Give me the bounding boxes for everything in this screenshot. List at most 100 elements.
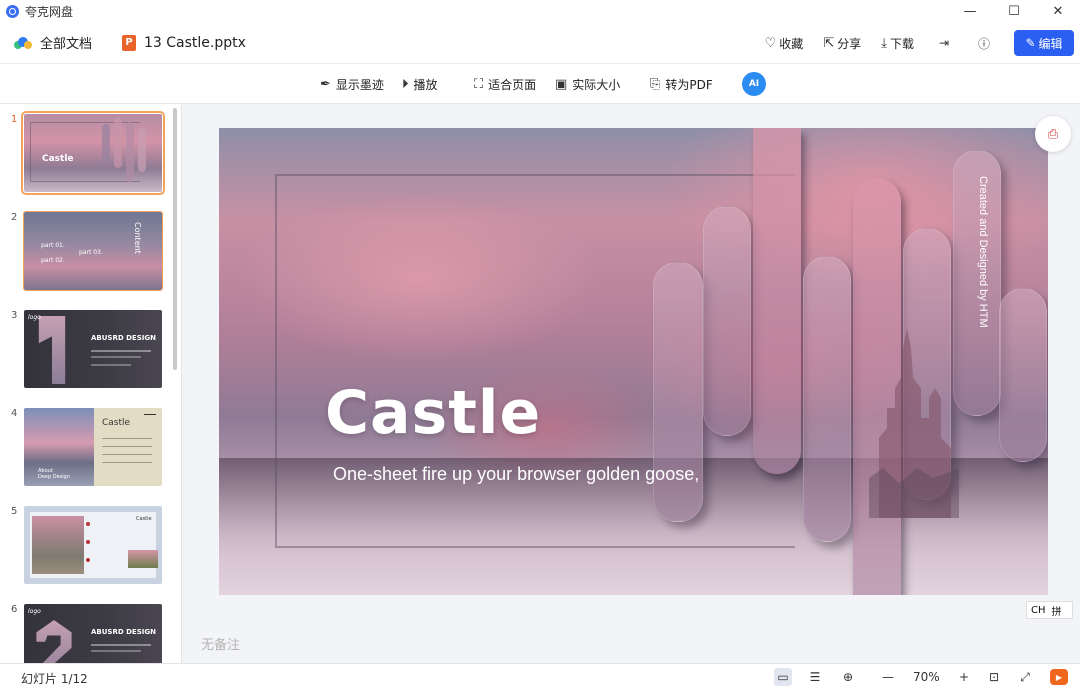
decor-pill	[703, 206, 751, 436]
convert-pdf-button[interactable]: ⎘ 转为PDF	[650, 74, 713, 94]
thumbnail-title: Castle	[42, 154, 74, 164]
thumbnail-brand: logo	[28, 608, 41, 615]
actual-size-icon: ▣	[555, 76, 568, 92]
thumbnail-slide-3[interactable]: logo ABUSRD DESIGN	[24, 310, 162, 388]
breadcrumb[interactable]: 全部文档	[14, 33, 92, 52]
fullscreen-icon: ⤢	[1020, 669, 1030, 684]
slide-preview[interactable]: Castle One-sheet fire up your browser go…	[219, 128, 1048, 595]
edit-button[interactable]: ✎ 编辑	[1014, 30, 1074, 56]
slide-credit-text: Created and Designed by HTM	[977, 176, 989, 328]
thumbnail-heading: ABUSRD DESIGN	[91, 334, 156, 342]
castle-illustration	[869, 328, 959, 518]
file-name: 13 Castle.pptx	[144, 34, 246, 51]
thumbnail-title: Castle	[136, 516, 152, 522]
file-title: P 13 Castle.pptx	[122, 34, 246, 51]
globe-icon: ⊕	[842, 670, 854, 684]
window-controls: — ☐ ✕	[948, 0, 1080, 22]
thumbnail-number: 1	[11, 114, 18, 125]
cloud-icon	[14, 36, 32, 49]
thumbnail-view-icon: ▭	[777, 670, 789, 684]
zoom-in-button[interactable]: +	[955, 668, 973, 686]
app-title: 夸克网盘	[25, 4, 74, 19]
slide-canvas[interactable]: Castle One-sheet fire up your browser go…	[183, 104, 1080, 663]
ai-assistant-button[interactable]: AI	[742, 72, 766, 96]
zoom-out-button[interactable]: —	[879, 668, 897, 686]
decor-pill	[999, 288, 1047, 462]
pptx-file-icon: P	[122, 34, 137, 51]
ime-mode: 拼	[1051, 606, 1062, 618]
notes-icon: ☰	[809, 670, 821, 684]
thumbnail-number: 3	[11, 310, 18, 321]
feedback-icon: ⓘ	[977, 36, 990, 51]
zoom-level: 70%	[913, 670, 940, 684]
fit-page-icon: ⛶	[474, 76, 484, 92]
pen-icon: ✎	[1025, 36, 1036, 50]
thumbnail-brand: logo	[28, 314, 41, 321]
favorite-button[interactable]: ♡ 收藏	[765, 35, 804, 52]
thumbnail-slide-6[interactable]: logo ABUSRD DESIGN	[24, 604, 162, 663]
maximize-button[interactable]: ☐	[992, 0, 1036, 22]
thumbnail-slide-4[interactable]: About Deep Design Castle	[24, 408, 162, 486]
ime-language: CH	[1031, 604, 1046, 616]
breadcrumb-all-docs[interactable]: 全部文档	[40, 33, 92, 52]
language-button[interactable]: ⊕	[839, 668, 857, 686]
slide-counter: 幻灯片 1/12	[21, 672, 88, 686]
pdf-icon: ⎘	[650, 76, 661, 92]
download-button[interactable]: ⤓ 下载	[881, 35, 914, 52]
show-ink-button[interactable]: ✒ 显示墨迹	[320, 74, 384, 94]
quark-logo-icon	[6, 4, 19, 18]
heart-icon: ♡	[764, 35, 777, 51]
thumbnail-title: Content	[133, 222, 142, 254]
play-circle-icon: ⏵	[402, 76, 409, 92]
plus-icon: +	[958, 670, 970, 684]
clipboard-icon: ⎙	[1047, 126, 1059, 142]
file-header: 全部文档 P 13 Castle.pptx ♡ 收藏 ⇱ 分享 ⤓ 下载 ⇥ ⓘ…	[0, 22, 1080, 64]
header-actions: ♡ 收藏 ⇱ 分享 ⤓ 下载 ⇥ ⓘ ✎ 编辑	[765, 22, 1074, 64]
share-button[interactable]: ⇱ 分享	[823, 35, 861, 52]
thumbnail-part-label: part 02.	[41, 257, 65, 264]
thumbnail-part-label: part 01.	[41, 242, 65, 249]
status-bar: 幻灯片 1/12 ▭ ☰ ⊕ — 70% + ⊡ ⤢ ▶	[0, 663, 1080, 689]
thumbnail-heading: ABUSRD DESIGN	[91, 628, 156, 636]
thumbnail-part-label: part 03.	[79, 249, 103, 256]
slideshow-play-button[interactable]: ▶	[1050, 669, 1068, 685]
thumbnail-slide-5[interactable]: Castle	[24, 506, 162, 584]
thumbnail-number: 5	[11, 506, 18, 517]
thumbnail-title: Castle	[102, 418, 131, 428]
thumbnail-view-button[interactable]: ▭	[774, 668, 792, 686]
fullscreen-button[interactable]: ⤢	[1016, 668, 1034, 686]
close-button[interactable]: ✕	[1036, 0, 1080, 22]
thumbnail-slide-1[interactable]: Castle	[21, 111, 165, 195]
slide-subtitle: One-sheet fire up your browser golden go…	[333, 464, 700, 484]
pen-nib-icon: ✒	[320, 76, 331, 92]
play-button[interactable]: ⏵ 播放	[402, 74, 438, 94]
decor-bar	[753, 128, 801, 474]
title-bar: 夸克网盘 — ☐ ✕	[0, 0, 1080, 22]
fit-page-button[interactable]: ⛶ 适合页面	[474, 74, 536, 94]
minus-icon: —	[882, 670, 894, 684]
decor-pill	[803, 256, 851, 542]
notes-view-button[interactable]: ☰	[806, 668, 824, 686]
slide-tool-float-button[interactable]: ⎙	[1035, 116, 1071, 152]
feedback-button[interactable]: ⓘ	[974, 33, 994, 53]
thumbnail-number: 4	[11, 408, 18, 419]
thumbnail-slide-2[interactable]: part 01. part 03. part 02. Content	[23, 211, 163, 291]
export-icon: ⇥	[938, 36, 950, 50]
thumbnail-number: 2	[11, 212, 18, 223]
thumbnail-caption: Deep Design	[38, 474, 71, 480]
play-icon: ▶	[1055, 672, 1063, 682]
download-icon: ⤓	[881, 35, 887, 51]
share-icon: ⇱	[823, 35, 835, 51]
slide-notes[interactable]: 无备注	[201, 634, 240, 653]
fit-screen-icon: ⊡	[988, 670, 1000, 684]
minimize-button[interactable]: —	[948, 0, 992, 22]
export-button[interactable]: ⇥	[934, 33, 954, 53]
actual-size-button[interactable]: ▣ 实际大小	[555, 74, 620, 94]
thumbnail-number: 6	[11, 604, 18, 615]
ime-indicator[interactable]: CH 拼	[1026, 601, 1073, 619]
viewer-toolbar: ✒ 显示墨迹 ⏵ 播放 ⛶ 适合页面 ▣ 实际大小 ⎘ 转为PDF AI	[0, 64, 1080, 104]
thumbnail-sidebar[interactable]: 1 Castle 2 part 01. part 03. part 02. Co…	[0, 104, 182, 663]
fit-screen-button[interactable]: ⊡	[985, 668, 1003, 686]
slide-title: Castle	[325, 378, 542, 448]
sidebar-scrollbar[interactable]	[173, 108, 177, 370]
